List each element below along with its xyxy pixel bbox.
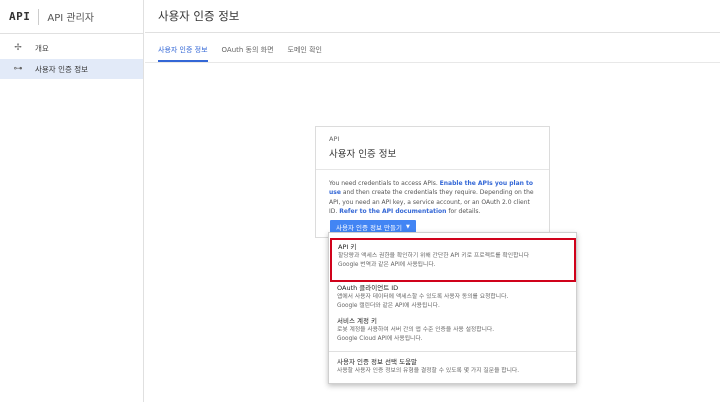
- card-description: You need credentials to access APIs. Ena…: [316, 170, 549, 217]
- api-docs-link[interactable]: Refer to the API documentation: [339, 208, 446, 215]
- app-name: API 관리자: [47, 13, 94, 24]
- tab-oauth-consent[interactable]: OAuth 동의 화면: [222, 42, 274, 62]
- desc-text: You need credentials to access APIs.: [329, 180, 440, 187]
- page-title: 사용자 인증 정보: [145, 0, 720, 33]
- main-content: 사용자 인증 정보 사용자 인증 정보 OAuth 동의 화면 도메인 확인 A…: [145, 0, 720, 402]
- overview-icon: ✢: [14, 43, 22, 53]
- menu-item-title: 서비스 계정 키: [337, 317, 378, 325]
- sidebar-item-label: 개요: [35, 43, 49, 53]
- sidebar-nav: ✢ 개요 ⊶ 사용자 인증 정보: [0, 38, 143, 79]
- tab-domain-verification[interactable]: 도메인 확인: [288, 42, 322, 62]
- tab-credentials[interactable]: 사용자 인증 정보: [158, 42, 208, 62]
- menu-item-oauth-client-id[interactable]: OAuth 클라이언트 ID 앱에서 사용자 데이터에 액세스할 수 있도록 사…: [337, 284, 571, 310]
- tab-bar: 사용자 인증 정보 OAuth 동의 화면 도메인 확인: [145, 42, 720, 63]
- key-icon: ⊶: [13, 64, 23, 74]
- menu-item-description: 로봇 계정을 사용하여 서버 간의 앱 수준 인증을 사용 설정합니다.: [337, 327, 495, 333]
- sidebar-item-overview[interactable]: ✢ 개요: [0, 38, 143, 58]
- sidebar-divider: [0, 33, 143, 34]
- menu-item-service-account-key[interactable]: 서비스 계정 키 로봇 계정을 사용하여 서버 간의 앱 수준 인증을 사용 설…: [337, 317, 571, 343]
- sidebar-item-credentials[interactable]: ⊶ 사용자 인증 정보: [0, 59, 143, 79]
- menu-item-description: 사용할 사용자 인증 정보의 유형을 결정할 수 있도록 몇 가지 질문을 합니…: [337, 368, 520, 374]
- menu-item-description: Google Cloud API에 사용됩니다.: [337, 335, 423, 342]
- card-eyebrow: API: [329, 135, 340, 143]
- sidebar: API API 관리자 ✢ 개요 ⊶ 사용자 인증 정보: [0, 0, 144, 402]
- credentials-card: API 사용자 인증 정보 You need credentials to ac…: [315, 126, 550, 238]
- menu-item-help-me-choose[interactable]: 사용자 인증 정보 선택 도움말 사용할 사용자 인증 정보의 유형을 결정할 …: [337, 358, 571, 376]
- menu-divider: [329, 351, 576, 352]
- menu-item-title: API 키: [338, 243, 357, 251]
- menu-item-api-key[interactable]: API 키 할당량과 액세스 권한을 확인하기 위해 간단한 API 키로 프로…: [330, 238, 576, 282]
- api-logo: API: [9, 10, 31, 23]
- menu-item-title: 사용자 인증 정보 선택 도움말: [337, 358, 418, 366]
- brand: API API 관리자: [0, 0, 143, 33]
- desc-text: for details.: [446, 208, 481, 216]
- brand-separator: [38, 8, 40, 25]
- menu-item-description: 할당량과 액세스 권한을 확인하기 위해 간단한 API 키로 프로젝트를 확인…: [338, 253, 530, 259]
- sidebar-item-label: 사용자 인증 정보: [35, 64, 89, 74]
- create-credentials-label: 사용자 인증 정보 만들기: [336, 223, 402, 232]
- card-title: 사용자 인증 정보: [329, 149, 397, 160]
- caret-down-icon: ▼: [406, 223, 410, 230]
- create-credentials-menu: API 키 할당량과 액세스 권한을 확인하기 위해 간단한 API 키로 프로…: [328, 232, 577, 384]
- menu-item-title: OAuth 클라이언트 ID: [337, 284, 399, 292]
- menu-item-description: 앱에서 사용자 데이터에 액세스할 수 있도록 사용자 동의를 요청합니다.: [337, 294, 509, 300]
- menu-item-description: Google 번역과 같은 API에 사용됩니다.: [338, 261, 436, 268]
- menu-item-description: Google 캘린더와 같은 API에 사용됩니다.: [337, 302, 440, 309]
